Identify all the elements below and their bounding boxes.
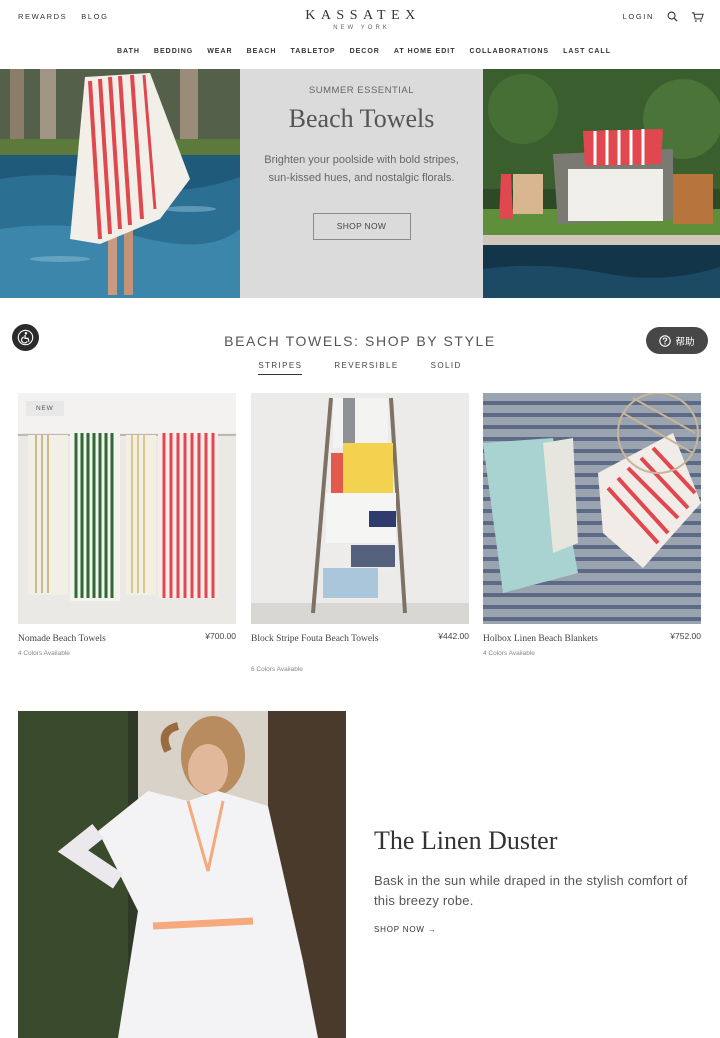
account-actions: LOGIN	[623, 10, 704, 23]
nav-bedding[interactable]: BEDDING	[154, 48, 193, 55]
top-bar: REWARDS BLOG KASSATEX NEW YORK LOGIN	[0, 0, 720, 36]
feature-shop-now-link[interactable]: SHOP NOW →	[374, 925, 437, 934]
product-name[interactable]: Holbox Linen Beach Blankets	[483, 631, 633, 647]
product-image-block-stripe-fouta[interactable]	[251, 393, 469, 624]
hero-title: Beach Towels	[288, 104, 435, 133]
nav-bath[interactable]: BATH	[117, 48, 140, 55]
hero-banner: SUMMER ESSENTIAL Beach Towels Brighten y…	[0, 69, 720, 298]
section-title: BEACH TOWELS: SHOP BY STYLE	[224, 333, 496, 349]
product-price: ¥752.00	[670, 631, 701, 641]
style-tabs: STRIPES REVERSIBLE SOLID	[0, 361, 720, 375]
product-name[interactable]: Block Stripe Fouta Beach Towels	[251, 631, 401, 647]
hero-shop-now-button[interactable]: SHOP NOW	[312, 213, 411, 240]
login-link[interactable]: LOGIN	[623, 12, 654, 21]
logo-subtitle: NEW YORK	[333, 25, 390, 31]
nav-collaborations[interactable]: COLLABORATIONS	[470, 48, 550, 55]
hero-kicker: SUMMER ESSENTIAL	[308, 85, 415, 96]
main-nav: BATH BEDDING WEAR BEACH TABLETOP DECOR A…	[0, 48, 720, 55]
product-card[interactable]: NEW Nomade Beach Towels ¥700.00 4 Colors…	[18, 393, 236, 657]
product-image-nomade-towels[interactable]: NEW	[18, 393, 236, 624]
feature-image-linen-duster[interactable]	[18, 711, 346, 1038]
logo-wordmark: KASSATEX	[305, 8, 421, 23]
product-colors: 4 Colors Available	[18, 650, 70, 657]
search-icon[interactable]	[666, 10, 679, 23]
hero-image-poolside-woman[interactable]	[0, 69, 240, 298]
product-price: ¥700.00	[205, 631, 236, 641]
product-card[interactable]: Holbox Linen Beach Blankets ¥752.00 4 Co…	[483, 393, 701, 657]
hero-image-patio-chair[interactable]	[483, 69, 720, 298]
nav-wear[interactable]: WEAR	[207, 48, 232, 55]
tab-reversible[interactable]: REVERSIBLE	[334, 361, 398, 375]
new-badge: NEW	[26, 401, 64, 416]
product-colors: 6 Colors Available	[251, 666, 303, 673]
product-price: ¥442.00	[438, 631, 469, 641]
brand-logo[interactable]: KASSATEX NEW YORK	[0, 8, 720, 31]
product-colors: 4 Colors Available	[483, 650, 535, 657]
cart-icon[interactable]	[691, 10, 704, 23]
nav-last-call[interactable]: LAST CALL	[563, 48, 611, 55]
nav-at-home-edit[interactable]: AT HOME EDIT	[394, 48, 456, 55]
nav-decor[interactable]: DECOR	[350, 48, 380, 55]
nav-tabletop[interactable]: TABLETOP	[290, 48, 335, 55]
hero-description: Brighten your poolside with bold stripes…	[264, 154, 459, 184]
hero-promo-panel: SUMMER ESSENTIAL Beach Towels Brighten y…	[240, 69, 483, 298]
product-name[interactable]: Nomade Beach Towels	[18, 631, 168, 647]
nav-beach[interactable]: BEACH	[247, 48, 277, 55]
feature-description: Bask in the sun while draped in the styl…	[374, 873, 688, 908]
product-image-holbox-blankets[interactable]	[483, 393, 701, 624]
tab-solid[interactable]: SOLID	[431, 361, 462, 375]
product-card[interactable]: Block Stripe Fouta Beach Towels ¥442.00 …	[251, 393, 469, 673]
feature-title: The Linen Duster	[374, 826, 558, 855]
tab-stripes[interactable]: STRIPES	[258, 361, 303, 375]
